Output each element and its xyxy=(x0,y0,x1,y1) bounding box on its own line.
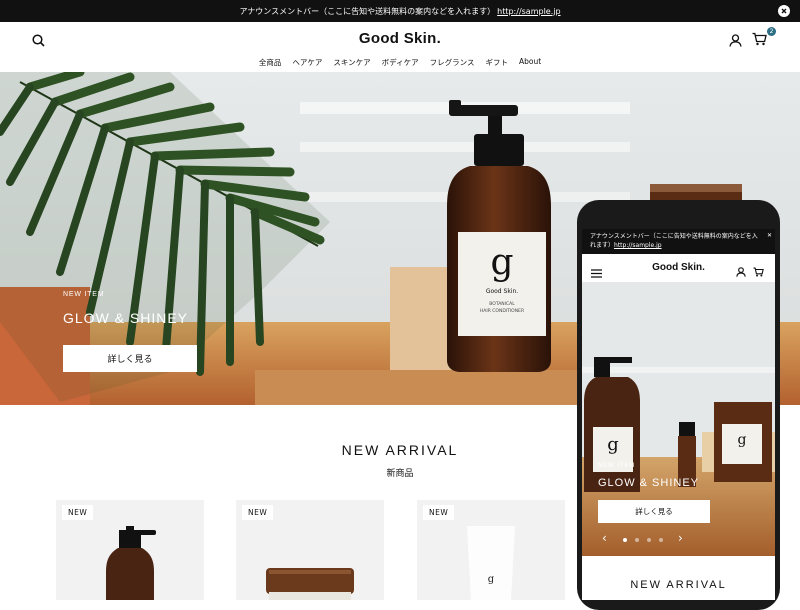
svg-text:Good Skin.: Good Skin. xyxy=(486,288,518,295)
mobile-hero-title: GLOW & SHINEY xyxy=(598,477,700,489)
product-card[interactable]: NEW g xyxy=(417,500,565,600)
mobile-hero[interactable]: g g NEW ITEM GLOW & SHINEY 詳しく見る ‹ › xyxy=(582,282,775,556)
cart-icon[interactable] xyxy=(752,31,767,50)
mobile-logo[interactable]: Good Skin. xyxy=(582,262,775,273)
nav-item-about[interactable]: About xyxy=(519,57,541,68)
nav-item-fragrance[interactable]: フレグランス xyxy=(430,57,475,68)
svg-text:HAIR CONDITIONER: HAIR CONDITIONER xyxy=(480,308,524,314)
hero-eyebrow: NEW ITEM xyxy=(63,291,105,298)
svg-text:g: g xyxy=(738,432,747,448)
nav-item-skincare[interactable]: スキンケア xyxy=(333,57,370,68)
product-card[interactable]: NEW xyxy=(56,500,204,600)
hero-title: GLOW & SHINEY xyxy=(63,310,189,326)
carousel-dot[interactable] xyxy=(623,538,627,542)
announcement-text: アナウンスメントバー（ここに告知や送料無料の案内などを入れます） xyxy=(239,6,496,16)
new-badge: NEW xyxy=(423,505,455,520)
svg-text:BOTANICAL: BOTANICAL xyxy=(489,301,515,307)
mobile-header: Good Skin. xyxy=(582,254,775,282)
mobile-preview: アナウンスメントバー（ここに告知や送料無料の案内などを入れます）http://s… xyxy=(582,229,775,600)
announcement-bar: アナウンスメントバー（ここに告知や送料無料の案内などを入れます） http://… xyxy=(0,0,800,22)
new-badge: NEW xyxy=(242,505,274,520)
cart-count-badge: 2 xyxy=(767,27,776,36)
carousel-dot[interactable] xyxy=(635,538,639,542)
nav-item-gift[interactable]: ギフト xyxy=(485,57,508,68)
svg-text:g: g xyxy=(490,242,513,283)
mobile-announcement-link[interactable]: http://sample.jp xyxy=(614,242,662,249)
new-badge: NEW xyxy=(62,505,94,520)
product-card[interactable]: NEW xyxy=(236,500,384,600)
main-nav: 全商品 ヘアケア スキンケア ボディケア フレグランス ギフト About xyxy=(0,57,800,68)
mobile-hero-details-button[interactable]: 詳しく見る xyxy=(598,500,710,523)
mobile-new-arrival-title: NEW ARRIVAL xyxy=(630,579,727,591)
close-announcement-icon[interactable] xyxy=(778,5,790,17)
site-logo[interactable]: Good Skin. xyxy=(0,30,800,47)
svg-text:g: g xyxy=(607,434,619,455)
mobile-hero-eyebrow: NEW ITEM xyxy=(598,462,635,469)
nav-item-all-products[interactable]: 全商品 xyxy=(259,57,282,68)
site-header: Good Skin. 2 全商品 ヘアケア スキンケア ボディケア フレグランス… xyxy=(0,22,800,72)
mobile-account-icon[interactable] xyxy=(736,262,746,281)
carousel-dot[interactable] xyxy=(659,538,663,542)
carousel-next-icon[interactable]: › xyxy=(678,531,683,545)
nav-item-haircare[interactable]: ヘアケア xyxy=(292,57,322,68)
mobile-cart-icon[interactable] xyxy=(753,262,764,281)
carousel-dot[interactable] xyxy=(647,538,651,542)
hero-details-button[interactable]: 詳しく見る xyxy=(63,345,197,372)
carousel-prev-icon[interactable]: ‹ xyxy=(602,531,607,545)
account-icon[interactable] xyxy=(729,32,742,51)
svg-text:g: g xyxy=(488,574,495,585)
carousel-dots xyxy=(623,538,663,542)
announcement-link[interactable]: http://sample.jp xyxy=(497,7,560,16)
nav-item-bodycare[interactable]: ボディケア xyxy=(382,57,419,68)
mobile-announcement-bar: アナウンスメントバー（ここに告知や送料無料の案内などを入れます）http://s… xyxy=(582,229,775,254)
mobile-close-icon[interactable]: ✕ xyxy=(767,231,772,240)
